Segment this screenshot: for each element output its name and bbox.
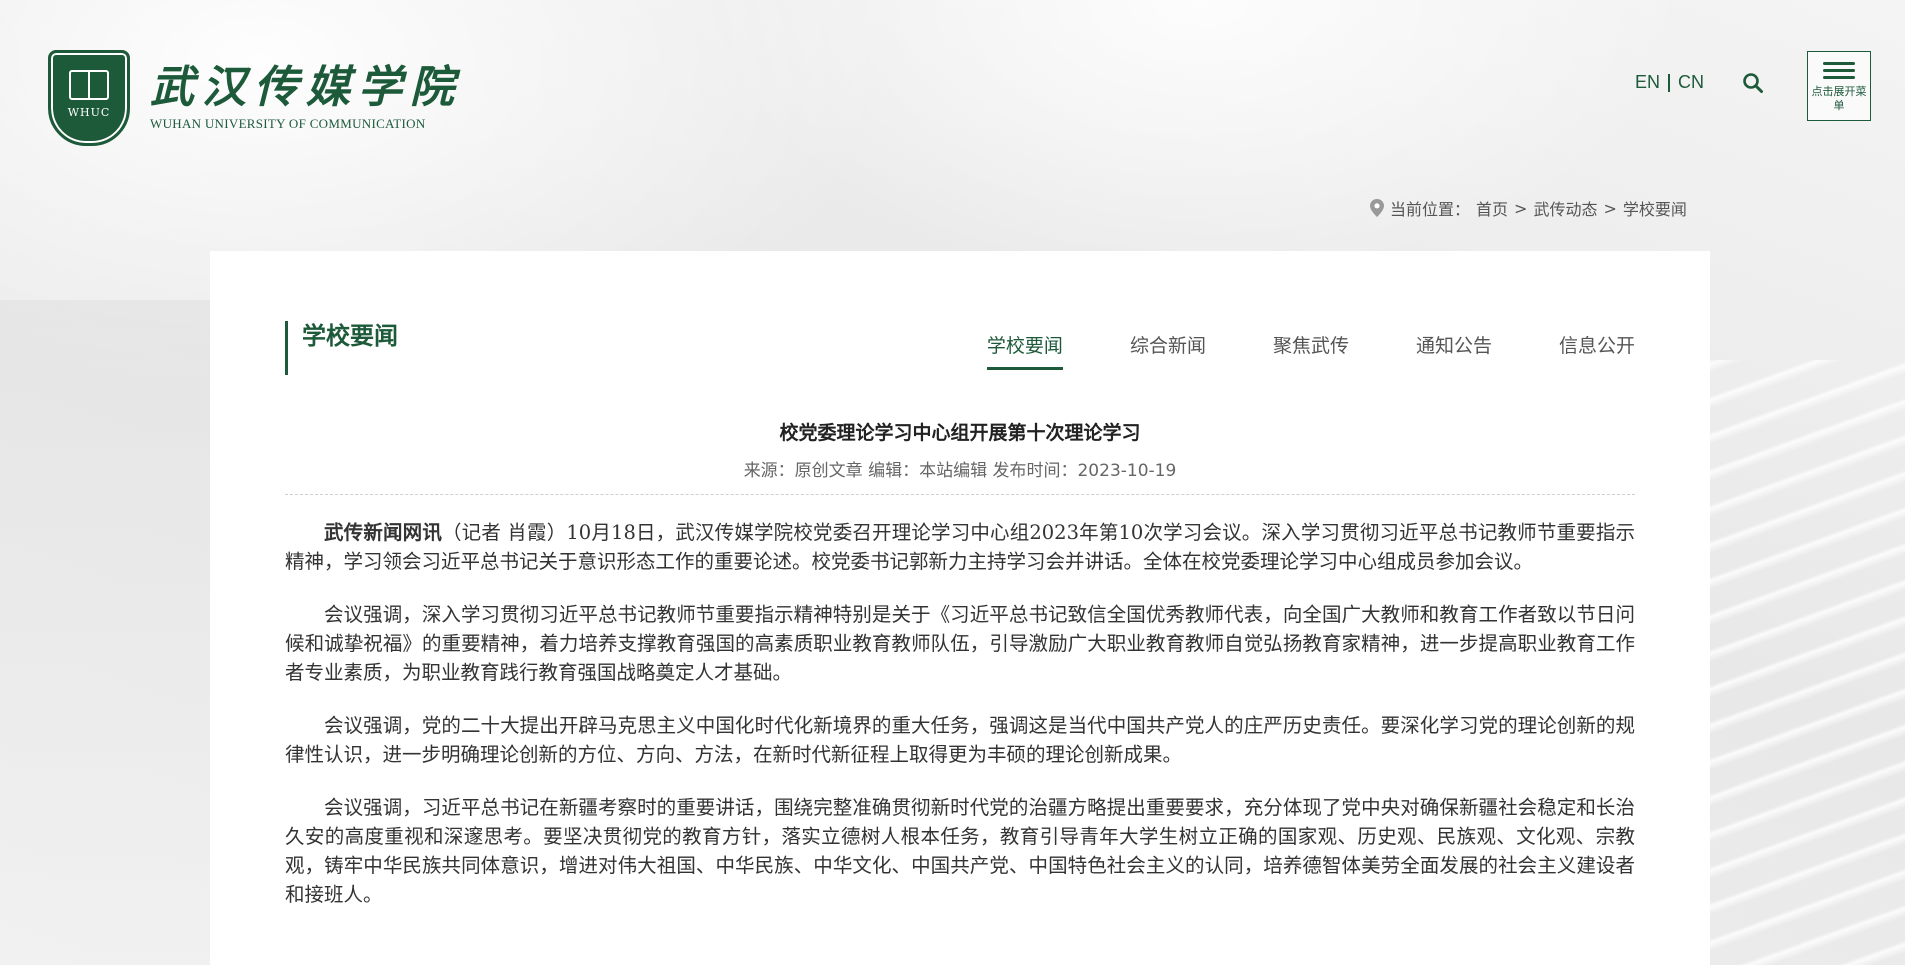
breadcrumb-current[interactable]: 学校要闻 bbox=[1623, 196, 1687, 220]
lang-cn-link[interactable]: CN bbox=[1678, 72, 1704, 93]
category-tabs: 学校要闻 综合新闻 聚焦武传 通知公告 信息公开 bbox=[986, 331, 1635, 370]
breadcrumb: 当前位置： 首页 > 武传动态 > 学校要闻 bbox=[1370, 196, 1687, 220]
article-paragraph-text: （记者 肖霞）10月18日，武汉传媒学院校党委召开理论学习中心组2023年第10… bbox=[285, 521, 1635, 573]
article-lead: 武传新闻网讯 bbox=[324, 521, 443, 544]
breadcrumb-home[interactable]: 首页 bbox=[1476, 196, 1508, 220]
content-card: 学校要闻 学校要闻 综合新闻 聚焦武传 通知公告 信息公开 校党委理论学习中心组… bbox=[210, 251, 1710, 965]
tab-focus[interactable]: 聚焦武传 bbox=[1273, 331, 1349, 370]
tab-general-news[interactable]: 综合新闻 bbox=[1130, 331, 1206, 370]
section-title: 学校要闻 bbox=[285, 321, 398, 375]
tab-information-disclosure[interactable]: 信息公开 bbox=[1559, 331, 1635, 370]
logo-english-name: WUHAN UNIVERSITY OF COMMUNICATION bbox=[150, 116, 426, 131]
logo-chinese-name: 武汉传媒学院 bbox=[150, 62, 462, 113]
article-paragraph: 武传新闻网讯（记者 肖霞）10月18日，武汉传媒学院校党委召开理论学习中心组20… bbox=[285, 518, 1635, 576]
expand-menu-button[interactable]: 点击展开菜单 bbox=[1807, 51, 1871, 121]
article-title: 校党委理论学习中心组开展第十次理论学习 bbox=[779, 422, 1141, 444]
article-paragraph: 会议强调，深入学习贯彻习近平总书记教师节重要指示精神特别是关于《习近平总书记致信… bbox=[285, 603, 1635, 684]
search-icon[interactable] bbox=[1742, 72, 1764, 94]
menu-button-label: 点击展开菜单 bbox=[1811, 85, 1867, 112]
breadcrumb-news[interactable]: 武传动态 bbox=[1533, 196, 1597, 220]
location-pin-icon bbox=[1370, 199, 1384, 217]
tab-school-news[interactable]: 学校要闻 bbox=[986, 331, 1063, 370]
article-body: 武传新闻网讯（记者 肖霞）10月18日，武汉传媒学院校党委召开理论学习中心组20… bbox=[285, 518, 1635, 933]
tab-notices[interactable]: 通知公告 bbox=[1416, 331, 1492, 370]
lang-en-link[interactable]: EN bbox=[1635, 72, 1660, 93]
article-paragraph: 会议强调，党的二十大提出开辟马克思主义中国化时代化新境界的重大任务，强调这是当代… bbox=[285, 714, 1635, 766]
article-meta: 来源：原创文章 编辑：本站编辑 发布时间：2023-10-19 bbox=[743, 461, 1177, 481]
article-paragraph: 会议强调，习近平总书记在新疆考察时的重要讲话，围绕完整准确贯彻新时代党的治疆方略… bbox=[285, 796, 1635, 906]
book-icon bbox=[69, 69, 109, 100]
background-panel-left bbox=[0, 300, 210, 965]
logo-text: 武汉传媒学院 WUHAN UNIVERSITY OF COMMUNICATION bbox=[150, 64, 462, 132]
hamburger-icon bbox=[1823, 62, 1855, 83]
university-emblem-icon: WHUC bbox=[48, 50, 130, 146]
breadcrumb-prefix: 当前位置： bbox=[1390, 200, 1471, 219]
divider bbox=[285, 494, 1635, 495]
breadcrumb-separator: > bbox=[1514, 198, 1528, 218]
emblem-abbr: WHUC bbox=[67, 105, 111, 119]
breadcrumb-separator: > bbox=[1603, 198, 1617, 218]
lang-divider bbox=[1668, 73, 1671, 92]
language-switcher: EN CN bbox=[1635, 72, 1704, 93]
site-logo[interactable]: WHUC 武汉传媒学院 WUHAN UNIVERSITY OF COMMUNIC… bbox=[48, 50, 462, 146]
